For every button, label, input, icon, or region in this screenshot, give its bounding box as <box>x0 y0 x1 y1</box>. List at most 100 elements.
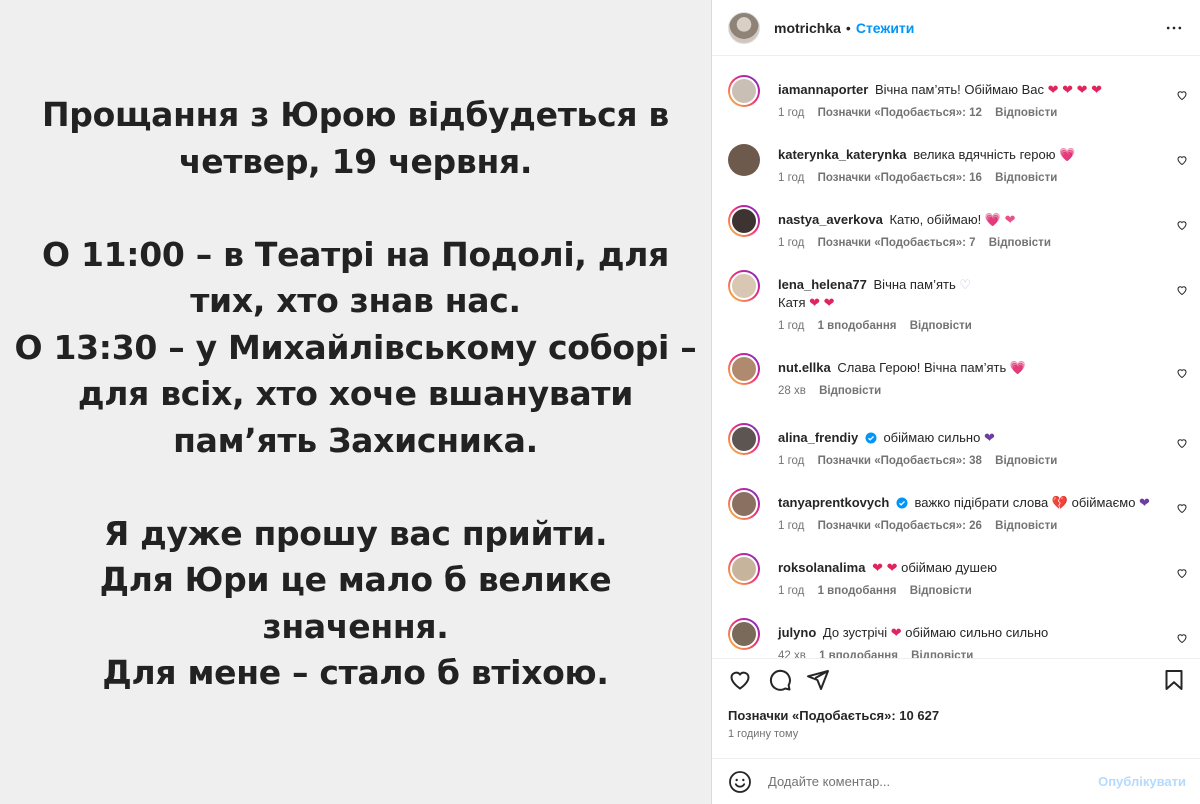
small-heart-icon[interactable] <box>1176 502 1188 514</box>
commenter-avatar[interactable] <box>728 488 760 520</box>
comment-emoji: 💗 <box>1059 147 1076 162</box>
commenter-avatar[interactable] <box>728 144 760 176</box>
commenter-avatar[interactable] <box>728 75 760 107</box>
post-likes-count[interactable]: Позначки «Подобається»: 10 627 <box>728 708 939 723</box>
commenter-username[interactable]: nastya_averkova <box>778 212 883 227</box>
commenter-avatar[interactable] <box>728 353 760 385</box>
reply-button[interactable]: Відповісти <box>910 320 972 332</box>
comment-message-part2: обіймаємо <box>1071 495 1136 510</box>
commenter-username[interactable]: julyno <box>778 625 816 640</box>
comment-emoji: ❤ ❤ ❤ ❤ <box>1047 82 1103 97</box>
comment-likes[interactable]: 1 вподобання <box>818 320 897 332</box>
small-heart-icon[interactable] <box>1176 284 1188 296</box>
comment-message-part2: обіймаю сильно сильно <box>905 625 1049 640</box>
comment-time: 1 год <box>778 520 805 532</box>
comment-item: tanyaprentkovych важко підібрати слова 💔… <box>712 488 1200 548</box>
small-heart-icon[interactable] <box>1176 154 1188 166</box>
comment-time: 28 хв <box>778 385 806 397</box>
small-heart-icon[interactable] <box>1176 367 1188 379</box>
comment-meta: 1 год Позначки «Подобається»: 12 Відпові… <box>778 107 1067 119</box>
comment-likes[interactable]: Позначки «Подобається»: 7 <box>818 237 976 249</box>
commenter-username[interactable]: tanyaprentkovych <box>778 495 889 510</box>
comment-meta: 1 год 1 вподобання Відповісти <box>778 585 982 597</box>
commenter-avatar[interactable] <box>728 618 760 650</box>
post-text-line: Прощання з Юрою відбудеться в <box>41 95 670 134</box>
emoji-icon[interactable] <box>728 770 752 794</box>
post-side-panel: motrichka • Стежити iamannaporter Вічна … <box>711 0 1200 804</box>
small-heart-icon[interactable] <box>1176 632 1188 644</box>
post-text-line: Я дуже прошу вас прийти. <box>103 513 608 553</box>
comment-emoji: ❤ <box>890 625 902 640</box>
comment-likes[interactable]: 1 вподобання <box>818 585 897 597</box>
comment-emoji: 💗 ❤ <box>984 212 1016 227</box>
reply-button[interactable]: Відповісти <box>911 650 973 658</box>
small-heart-icon[interactable] <box>1176 567 1188 579</box>
comment-text: nut.ellka Слава Герою! Вічна пам’ять 💗 <box>778 359 1156 377</box>
comment-message: Вічна пам’ять! Обіймаю Вас <box>874 82 1045 97</box>
comment-likes[interactable]: Позначки «Подобається»: 16 <box>818 172 982 184</box>
comment-likes[interactable]: Позначки «Подобається»: 12 <box>818 107 982 119</box>
reply-button[interactable]: Відповісти <box>995 172 1057 184</box>
comment-text: julyno До зустрічі ❤ обіймаю сильно силь… <box>778 624 1156 642</box>
add-comment-bar: Опублікувати <box>712 758 1200 804</box>
comment-meta: 1 год Позначки «Подобається»: 38 Відпові… <box>778 455 1067 467</box>
comment-time: 1 год <box>778 320 805 332</box>
comment-message: Катю, обіймаю! <box>889 212 982 227</box>
reply-button[interactable]: Відповісти <box>819 385 881 397</box>
comment-likes[interactable]: 1 вподобання <box>819 650 898 658</box>
post-header: motrichka • Стежити <box>712 0 1200 56</box>
post-text-line: для всіх, хто хоче вшанувати <box>77 374 634 413</box>
small-heart-icon[interactable] <box>1176 437 1188 449</box>
post-text-line: Для мене – стало б втіхою. <box>102 653 609 692</box>
commenter-username[interactable]: roksolanalima <box>778 560 865 575</box>
bookmark-icon[interactable] <box>1162 668 1186 692</box>
comment-likes[interactable]: Позначки «Подобається»: 26 <box>818 520 982 532</box>
comment-meta: 1 год 1 вподобання Відповісти <box>778 320 982 332</box>
reply-button[interactable]: Відповісти <box>910 585 972 597</box>
comment-emoji: 💔 <box>1051 495 1068 510</box>
comment-likes[interactable]: Позначки «Подобається»: 38 <box>818 455 982 467</box>
small-heart-icon[interactable] <box>1176 89 1188 101</box>
comment-meta: 28 хв Відповісти <box>778 385 891 397</box>
author-avatar[interactable] <box>728 11 760 44</box>
commenter-avatar[interactable] <box>728 270 760 302</box>
comment-message: обіймаю душею <box>901 560 997 575</box>
commenter-username[interactable]: katerynka_katerynka <box>778 147 907 162</box>
comment-message: важко підібрати слова <box>914 495 1049 510</box>
small-heart-icon[interactable] <box>1176 219 1188 231</box>
reply-button[interactable]: Відповісти <box>995 455 1057 467</box>
post-timestamp: 1 годину тому <box>728 728 799 740</box>
comment-item: alina_frendiy обіймаю сильно ❤ 1 год Поз… <box>712 423 1200 483</box>
comment-meta: 1 год Позначки «Подобається»: 7 Відповіс… <box>778 237 1061 249</box>
reply-button[interactable]: Відповісти <box>995 520 1057 532</box>
share-icon[interactable] <box>806 668 830 692</box>
comment-time: 1 год <box>778 172 805 184</box>
author-username[interactable]: motrichka <box>774 20 841 36</box>
reply-button[interactable]: Відповісти <box>995 107 1057 119</box>
verified-icon <box>865 432 877 444</box>
commenter-avatar[interactable] <box>728 553 760 585</box>
commenter-avatar[interactable] <box>728 205 760 237</box>
commenter-avatar[interactable] <box>728 423 760 455</box>
comment-text: katerynka_katerynka велика вдячність гер… <box>778 146 1156 164</box>
post-text-line: О 11:00 – в Театрі на Подолі, для <box>42 234 669 274</box>
commenter-username[interactable]: lena_helena77 <box>778 277 867 292</box>
comment-message: Вічна пам’ять <box>873 277 956 292</box>
commenter-username[interactable]: iamannaporter <box>778 82 868 97</box>
comment-emoji: 💗 <box>1009 360 1027 375</box>
header-separator: • <box>845 19 851 36</box>
comment-icon[interactable] <box>768 668 792 692</box>
comment-text: tanyaprentkovych важко підібрати слова 💔… <box>778 494 1156 512</box>
more-icon[interactable] <box>1162 16 1186 40</box>
reply-button[interactable]: Відповісти <box>989 237 1051 249</box>
like-icon[interactable] <box>728 668 752 692</box>
comment-text: lena_helena77 Вічна пам’ять ♡ Катя ❤ ❤ <box>778 276 1156 312</box>
comment-text: iamannaporter Вічна пам’ять! Обіймаю Вас… <box>778 81 1156 99</box>
commenter-username[interactable]: alina_frendiy <box>778 430 858 445</box>
follow-button[interactable]: Стежити <box>856 20 915 36</box>
publish-button[interactable]: Опублікувати <box>1098 774 1186 789</box>
comments-list[interactable]: iamannaporter Вічна пам’ять! Обіймаю Вас… <box>712 57 1200 658</box>
commenter-username[interactable]: nut.ellka <box>778 360 831 375</box>
post-text-line: четвер, 19 червня. <box>178 141 533 181</box>
comment-input[interactable] <box>768 774 1099 789</box>
